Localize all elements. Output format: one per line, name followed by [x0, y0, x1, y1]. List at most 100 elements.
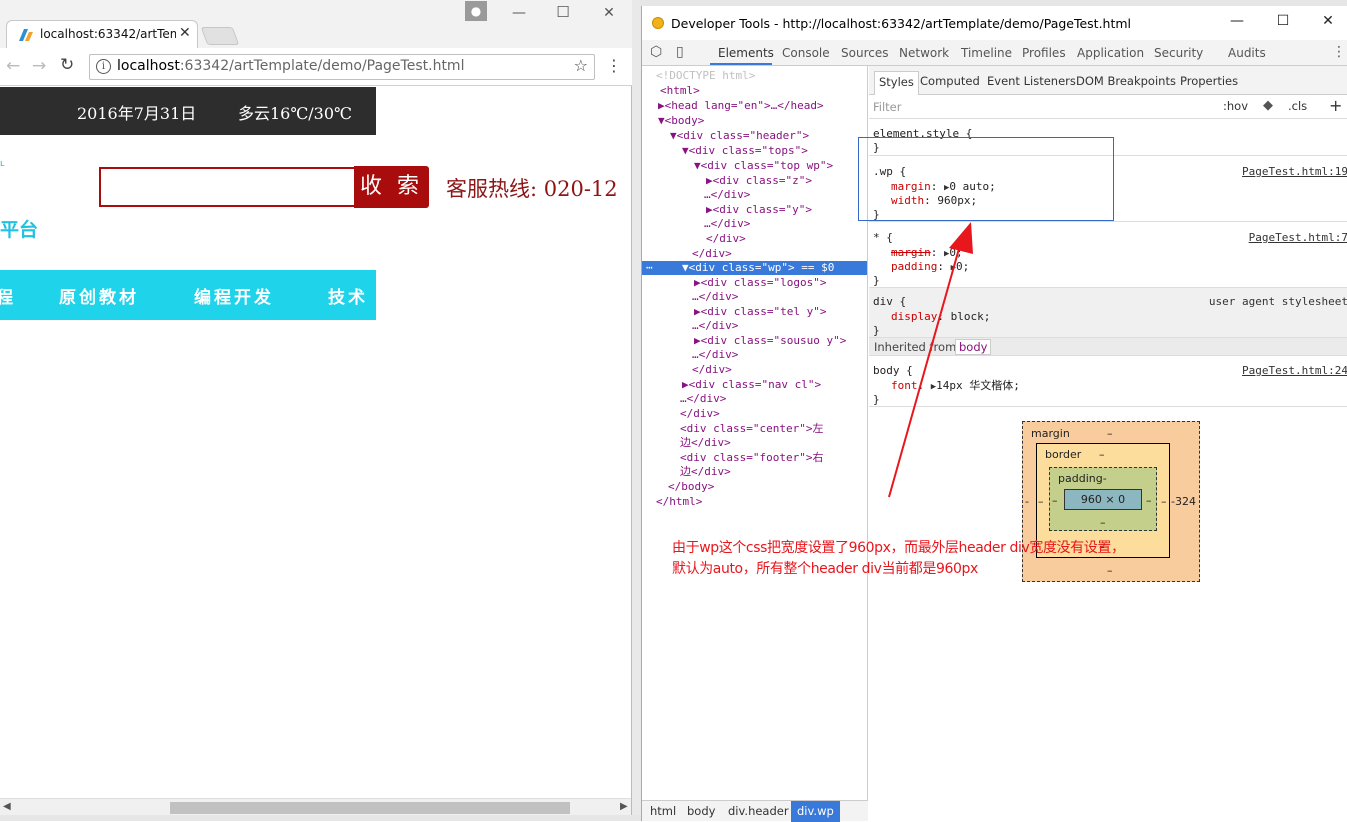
- crumb-div-header[interactable]: div.header: [728, 804, 789, 818]
- css-property[interactable]: padding: ▶0;: [891, 260, 969, 274]
- browser-tab[interactable]: localhost:63342/artTem ✕: [6, 20, 198, 48]
- subtab-event-listeners[interactable]: Event Listeners: [987, 74, 1076, 88]
- close-window-icon[interactable]: ✕: [599, 5, 619, 21]
- nav-item[interactable]: 程: [0, 283, 16, 308]
- nav-item[interactable]: 编程开发: [194, 283, 274, 308]
- subtab-properties[interactable]: Properties: [1180, 74, 1238, 88]
- dom-line[interactable]: 边</div>: [680, 465, 731, 479]
- rule-source-link[interactable]: PageTest.html:19: [1242, 165, 1347, 179]
- bookmark-star-icon[interactable]: ☆: [574, 56, 588, 75]
- tab-profiles[interactable]: Profiles: [1022, 46, 1066, 60]
- close-window-icon[interactable]: ✕: [1318, 13, 1338, 29]
- dom-line[interactable]: ▼<div class="header">: [670, 129, 809, 143]
- box-model-content[interactable]: 960 × 0: [1064, 489, 1142, 510]
- search-button[interactable]: 收 索: [354, 166, 429, 208]
- dom-line[interactable]: <div class="center">左: [680, 422, 823, 436]
- tab-network[interactable]: Network: [899, 46, 949, 60]
- rule-source-link[interactable]: PageTest.html:24: [1242, 364, 1347, 378]
- browser-menu-icon[interactable]: ⋮: [606, 56, 622, 75]
- back-arrow-icon[interactable]: ←: [6, 56, 20, 76]
- dom-line[interactable]: …</div>: [704, 217, 750, 231]
- tab-close-icon[interactable]: ✕: [179, 25, 191, 41]
- maximize-icon[interactable]: ☐: [1273, 13, 1293, 29]
- dom-line[interactable]: ▶<div class="nav cl">: [682, 378, 821, 392]
- css-rule-div-useragent: div { user agent stylesheet display: blo…: [869, 288, 1347, 338]
- tab-sources[interactable]: Sources: [841, 46, 888, 60]
- dom-line[interactable]: </body>: [668, 480, 714, 494]
- maximize-icon[interactable]: ☐: [553, 3, 573, 21]
- dom-line[interactable]: …</div>: [704, 188, 750, 202]
- dom-line[interactable]: …</div>: [680, 392, 726, 406]
- dom-line[interactable]: ▶<div class="tel y">: [694, 305, 826, 319]
- margin-label: margin: [1031, 427, 1070, 440]
- subtab-computed[interactable]: Computed: [920, 74, 980, 88]
- dom-line[interactable]: <div class="footer">右: [680, 451, 823, 465]
- reload-icon[interactable]: ↻: [60, 55, 74, 75]
- rule-source-link[interactable]: PageTest.html:7: [1249, 231, 1347, 245]
- minimize-icon[interactable]: —: [1227, 13, 1247, 29]
- dom-line[interactable]: 边</div>: [680, 436, 731, 450]
- devtools-menu-icon[interactable]: ⋮: [1332, 44, 1346, 60]
- device-toolbar-icon[interactable]: ▯: [676, 44, 684, 60]
- nav-item[interactable]: 技术: [328, 283, 368, 308]
- dom-line[interactable]: ▶<head lang="en">…</head>: [658, 99, 824, 113]
- css-property[interactable]: font: ▶14px 华文楷体;: [891, 379, 1020, 393]
- forward-arrow-icon[interactable]: →: [32, 56, 46, 76]
- dom-line[interactable]: <!DOCTYPE html>: [656, 69, 755, 83]
- dom-line[interactable]: ▶<div class="z">: [706, 174, 812, 188]
- filter-input[interactable]: Filter: [873, 100, 901, 114]
- user-profile-icon[interactable]: ●: [465, 1, 487, 21]
- box-model-padding[interactable]: padding- – – – 960 × 0: [1049, 467, 1157, 531]
- dom-line[interactable]: <html>: [660, 84, 700, 98]
- logo-text: 平台: [0, 219, 39, 241]
- dom-line[interactable]: ▼<body>: [658, 114, 704, 128]
- tab-security[interactable]: Security: [1154, 46, 1203, 60]
- dom-line[interactable]: ▼<div class="top wp">: [694, 159, 833, 173]
- search-input[interactable]: [99, 167, 355, 207]
- inspect-element-icon[interactable]: ⬡: [650, 44, 662, 60]
- dom-line[interactable]: ▶<div class="sousuo y">: [694, 334, 846, 348]
- dom-line[interactable]: …</div>: [692, 290, 738, 304]
- dom-line[interactable]: </div>: [680, 407, 720, 421]
- tab-elements[interactable]: Elements: [718, 46, 774, 60]
- dom-line[interactable]: ▶<div class="logos">: [694, 276, 826, 290]
- crumb-html[interactable]: html: [650, 804, 676, 818]
- color-format-icon[interactable]: ◆: [1263, 98, 1273, 113]
- dom-line[interactable]: </div>: [692, 363, 732, 377]
- class-toggle[interactable]: .cls: [1288, 99, 1307, 113]
- info-icon[interactable]: i: [96, 59, 111, 74]
- minimize-icon[interactable]: —: [509, 5, 529, 21]
- dom-line[interactable]: …</div>: [692, 319, 738, 333]
- favicon-icon: [19, 29, 33, 41]
- scrollbar-thumb[interactable]: [170, 802, 570, 814]
- dom-line[interactable]: </html>: [656, 495, 702, 509]
- subtab-styles[interactable]: Styles: [874, 71, 919, 95]
- subtab-dom-breakpoints[interactable]: DOM Breakpoints: [1076, 74, 1176, 88]
- crumb-body[interactable]: body: [687, 804, 715, 818]
- dom-line[interactable]: ▶<div class="y">: [706, 203, 812, 217]
- tab-console[interactable]: Console: [782, 46, 830, 60]
- nav-item[interactable]: 原创教材: [59, 283, 139, 308]
- dom-line[interactable]: ▼<div class="tops">: [682, 144, 808, 158]
- dom-line-selected[interactable]: ⋯ ▼<div class="wp"> == $0: [642, 261, 867, 275]
- tab-timeline[interactable]: Timeline: [961, 46, 1012, 60]
- tab-audits[interactable]: Audits: [1228, 46, 1266, 60]
- hover-state-toggle[interactable]: :hov: [1223, 99, 1248, 113]
- dom-line[interactable]: </div>: [706, 232, 746, 246]
- address-bar[interactable]: i localhost:63342/artTemplate/demo/PageT…: [89, 54, 595, 80]
- scroll-left-icon[interactable]: ◀: [3, 801, 11, 812]
- new-tab-button[interactable]: [200, 27, 240, 45]
- padding-left-value: –: [1052, 494, 1058, 507]
- ellipsis-icon[interactable]: ⋯: [646, 261, 653, 275]
- rule-selector[interactable]: body {: [873, 364, 913, 378]
- scroll-right-icon[interactable]: ▶: [620, 801, 628, 812]
- dom-line[interactable]: …</div>: [692, 348, 738, 362]
- rule-selector[interactable]: * {: [873, 231, 893, 245]
- new-rule-icon[interactable]: +: [1329, 96, 1342, 115]
- tab-application[interactable]: Application: [1077, 46, 1144, 60]
- css-property-overridden[interactable]: margin: ▶0;: [891, 246, 963, 260]
- logo-fragment: ʟ: [0, 159, 5, 169]
- dom-line[interactable]: </div>: [692, 247, 732, 261]
- crumb-div-wp[interactable]: div.wp: [791, 801, 840, 822]
- inherited-body-link[interactable]: body: [955, 339, 992, 355]
